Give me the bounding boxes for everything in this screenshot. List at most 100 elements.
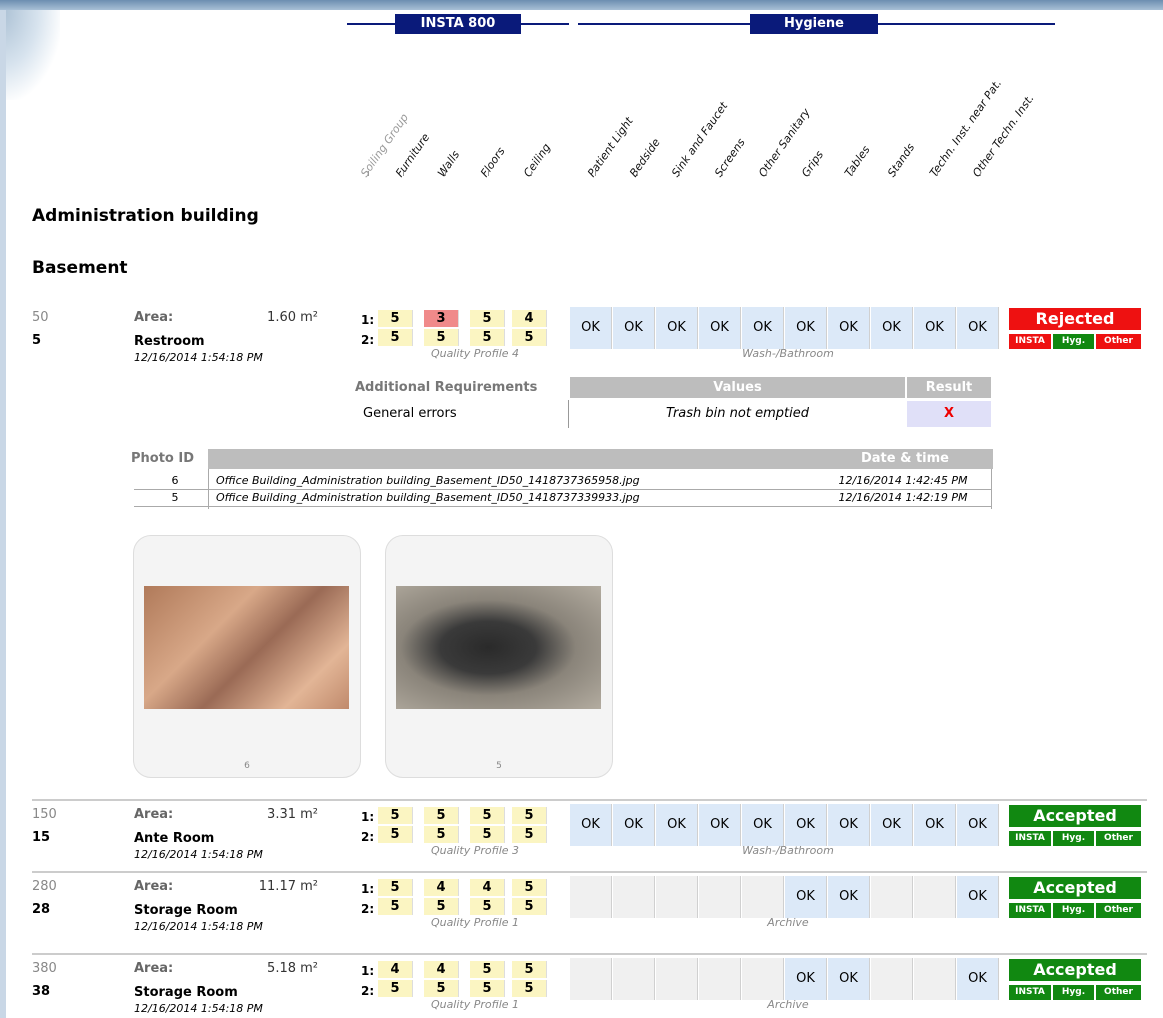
room-sub-number: 5 — [32, 333, 42, 348]
photo-thumbnail[interactable]: 5 — [385, 535, 613, 778]
quality-score-cell: 5 — [378, 826, 413, 843]
quality-score-cell: 4 — [424, 879, 459, 896]
area-value: 3.31 m² — [267, 807, 318, 822]
hygiene-cell: OK — [656, 804, 698, 846]
quality-score-cell: 5 — [378, 807, 413, 824]
area-label: Area: — [134, 961, 174, 976]
quality-score-cell: 4 — [378, 961, 413, 978]
room-sub-number: 38 — [32, 984, 51, 999]
hygiene-cell: OK — [785, 307, 827, 349]
room-name: Storage Room — [134, 903, 238, 918]
hygiene-cell — [914, 958, 956, 1000]
room-number: 280 — [32, 879, 57, 894]
result-mini-badge: Other — [1096, 334, 1141, 349]
quality-score-cell: 5 — [424, 329, 459, 346]
area-value: 5.18 m² — [267, 961, 318, 976]
quality-score-cell: 5 — [470, 826, 505, 843]
room-number: 150 — [32, 807, 57, 822]
room-name: Restroom — [134, 334, 205, 349]
quality-row-label: 2: — [361, 902, 375, 916]
hygiene-cell — [613, 958, 655, 1000]
column-header: Furniture — [393, 131, 433, 180]
hygiene-cell: OK — [699, 307, 741, 349]
result-mini-badge: INSTA — [1009, 903, 1051, 918]
status-badge: Accepted — [1009, 877, 1141, 899]
quality-score-cell: 4 — [424, 961, 459, 978]
quality-row-label: 1: — [361, 810, 375, 824]
quality-score-cell: 5 — [378, 898, 413, 915]
hygiene-cell — [699, 876, 741, 918]
photo-table-right-line — [991, 469, 992, 509]
photo-id: 6 — [171, 474, 179, 487]
hygiene-cell: OK — [914, 307, 956, 349]
quality-score-cell: 5 — [378, 329, 413, 346]
hygiene-cell: OK — [656, 307, 698, 349]
column-tick — [403, 171, 404, 176]
result-mini-badge: INSTA — [1009, 334, 1051, 349]
column-tick — [895, 171, 896, 176]
area-label: Area: — [134, 879, 174, 894]
room-name: Ante Room — [134, 831, 215, 846]
result-mini-badge: Hyg. — [1053, 903, 1094, 918]
column-tick — [852, 171, 853, 176]
column-tick — [679, 171, 680, 176]
quality-score-cell: 5 — [512, 980, 547, 997]
photo-filename: Office Building_Administration building_… — [216, 491, 640, 504]
requirement-divider — [568, 400, 569, 428]
room-separator — [32, 871, 1147, 873]
column-tick — [637, 171, 638, 176]
quality-profile-label: Quality Profile 1 — [430, 916, 520, 929]
quality-score-cell: 5 — [470, 961, 505, 978]
column-tick — [488, 171, 489, 176]
hygiene-cell: OK — [742, 804, 784, 846]
photo-image[interactable] — [144, 586, 349, 709]
room-sub-number: 15 — [32, 830, 51, 845]
column-header: Tables — [842, 143, 873, 180]
hygiene-cell: OK — [613, 307, 655, 349]
result-mini-badge: Other — [1096, 985, 1141, 1000]
result-mini-badge: Hyg. — [1053, 334, 1094, 349]
insta-group-label: INSTA 800 — [395, 14, 521, 34]
hygiene-cell — [613, 876, 655, 918]
room-number: 380 — [32, 961, 57, 976]
column-tick — [722, 171, 723, 176]
hygiene-cell — [656, 958, 698, 1000]
hygiene-cell: OK — [957, 958, 999, 1000]
hygiene-cell: OK — [570, 307, 612, 349]
quality-score-cell: 5 — [424, 807, 459, 824]
quality-score-cell: 5 — [424, 826, 459, 843]
photo-id-header: Photo ID — [131, 449, 206, 469]
additional-requirements-header: Additional Requirements — [355, 377, 567, 398]
column-tick — [980, 171, 981, 176]
quality-score-cell: 5 — [512, 879, 547, 896]
values-header: Values — [570, 377, 905, 398]
quality-score-cell: 5 — [378, 879, 413, 896]
hygiene-cell — [871, 958, 913, 1000]
column-header: Bedside — [627, 136, 663, 180]
decorative-swoosh — [0, 10, 60, 100]
hygiene-cell: OK — [613, 804, 655, 846]
photo-thumbnail[interactable]: 6 — [133, 535, 361, 778]
quality-score-cell: 5 — [470, 807, 505, 824]
quality-score-cell: 5 — [470, 310, 505, 327]
quality-score-cell: 5 — [424, 898, 459, 915]
column-header: Screens — [712, 136, 748, 180]
quality-row-label: 2: — [361, 830, 375, 844]
quality-score-cell: 5 — [378, 980, 413, 997]
photo-table-left-line — [208, 469, 209, 509]
hygiene-cell: OK — [570, 804, 612, 846]
photo-image[interactable] — [396, 586, 601, 709]
column-header: Stands — [885, 141, 918, 180]
photo-date: 12/16/2014 1:42:45 PM — [838, 474, 968, 487]
room-sub-number: 28 — [32, 902, 51, 917]
quality-profile-label: Quality Profile 1 — [430, 998, 520, 1011]
left-edge-bar — [0, 10, 6, 1018]
hygiene-cell — [914, 876, 956, 918]
area-label: Area: — [134, 310, 174, 325]
quality-score-cell: 5 — [470, 898, 505, 915]
hygiene-cell: OK — [828, 876, 870, 918]
requirement-label: General errors — [363, 406, 457, 421]
status-badge: Accepted — [1009, 805, 1141, 827]
quality-score-cell: 5 — [512, 961, 547, 978]
quality-score-cell: 4 — [470, 879, 505, 896]
